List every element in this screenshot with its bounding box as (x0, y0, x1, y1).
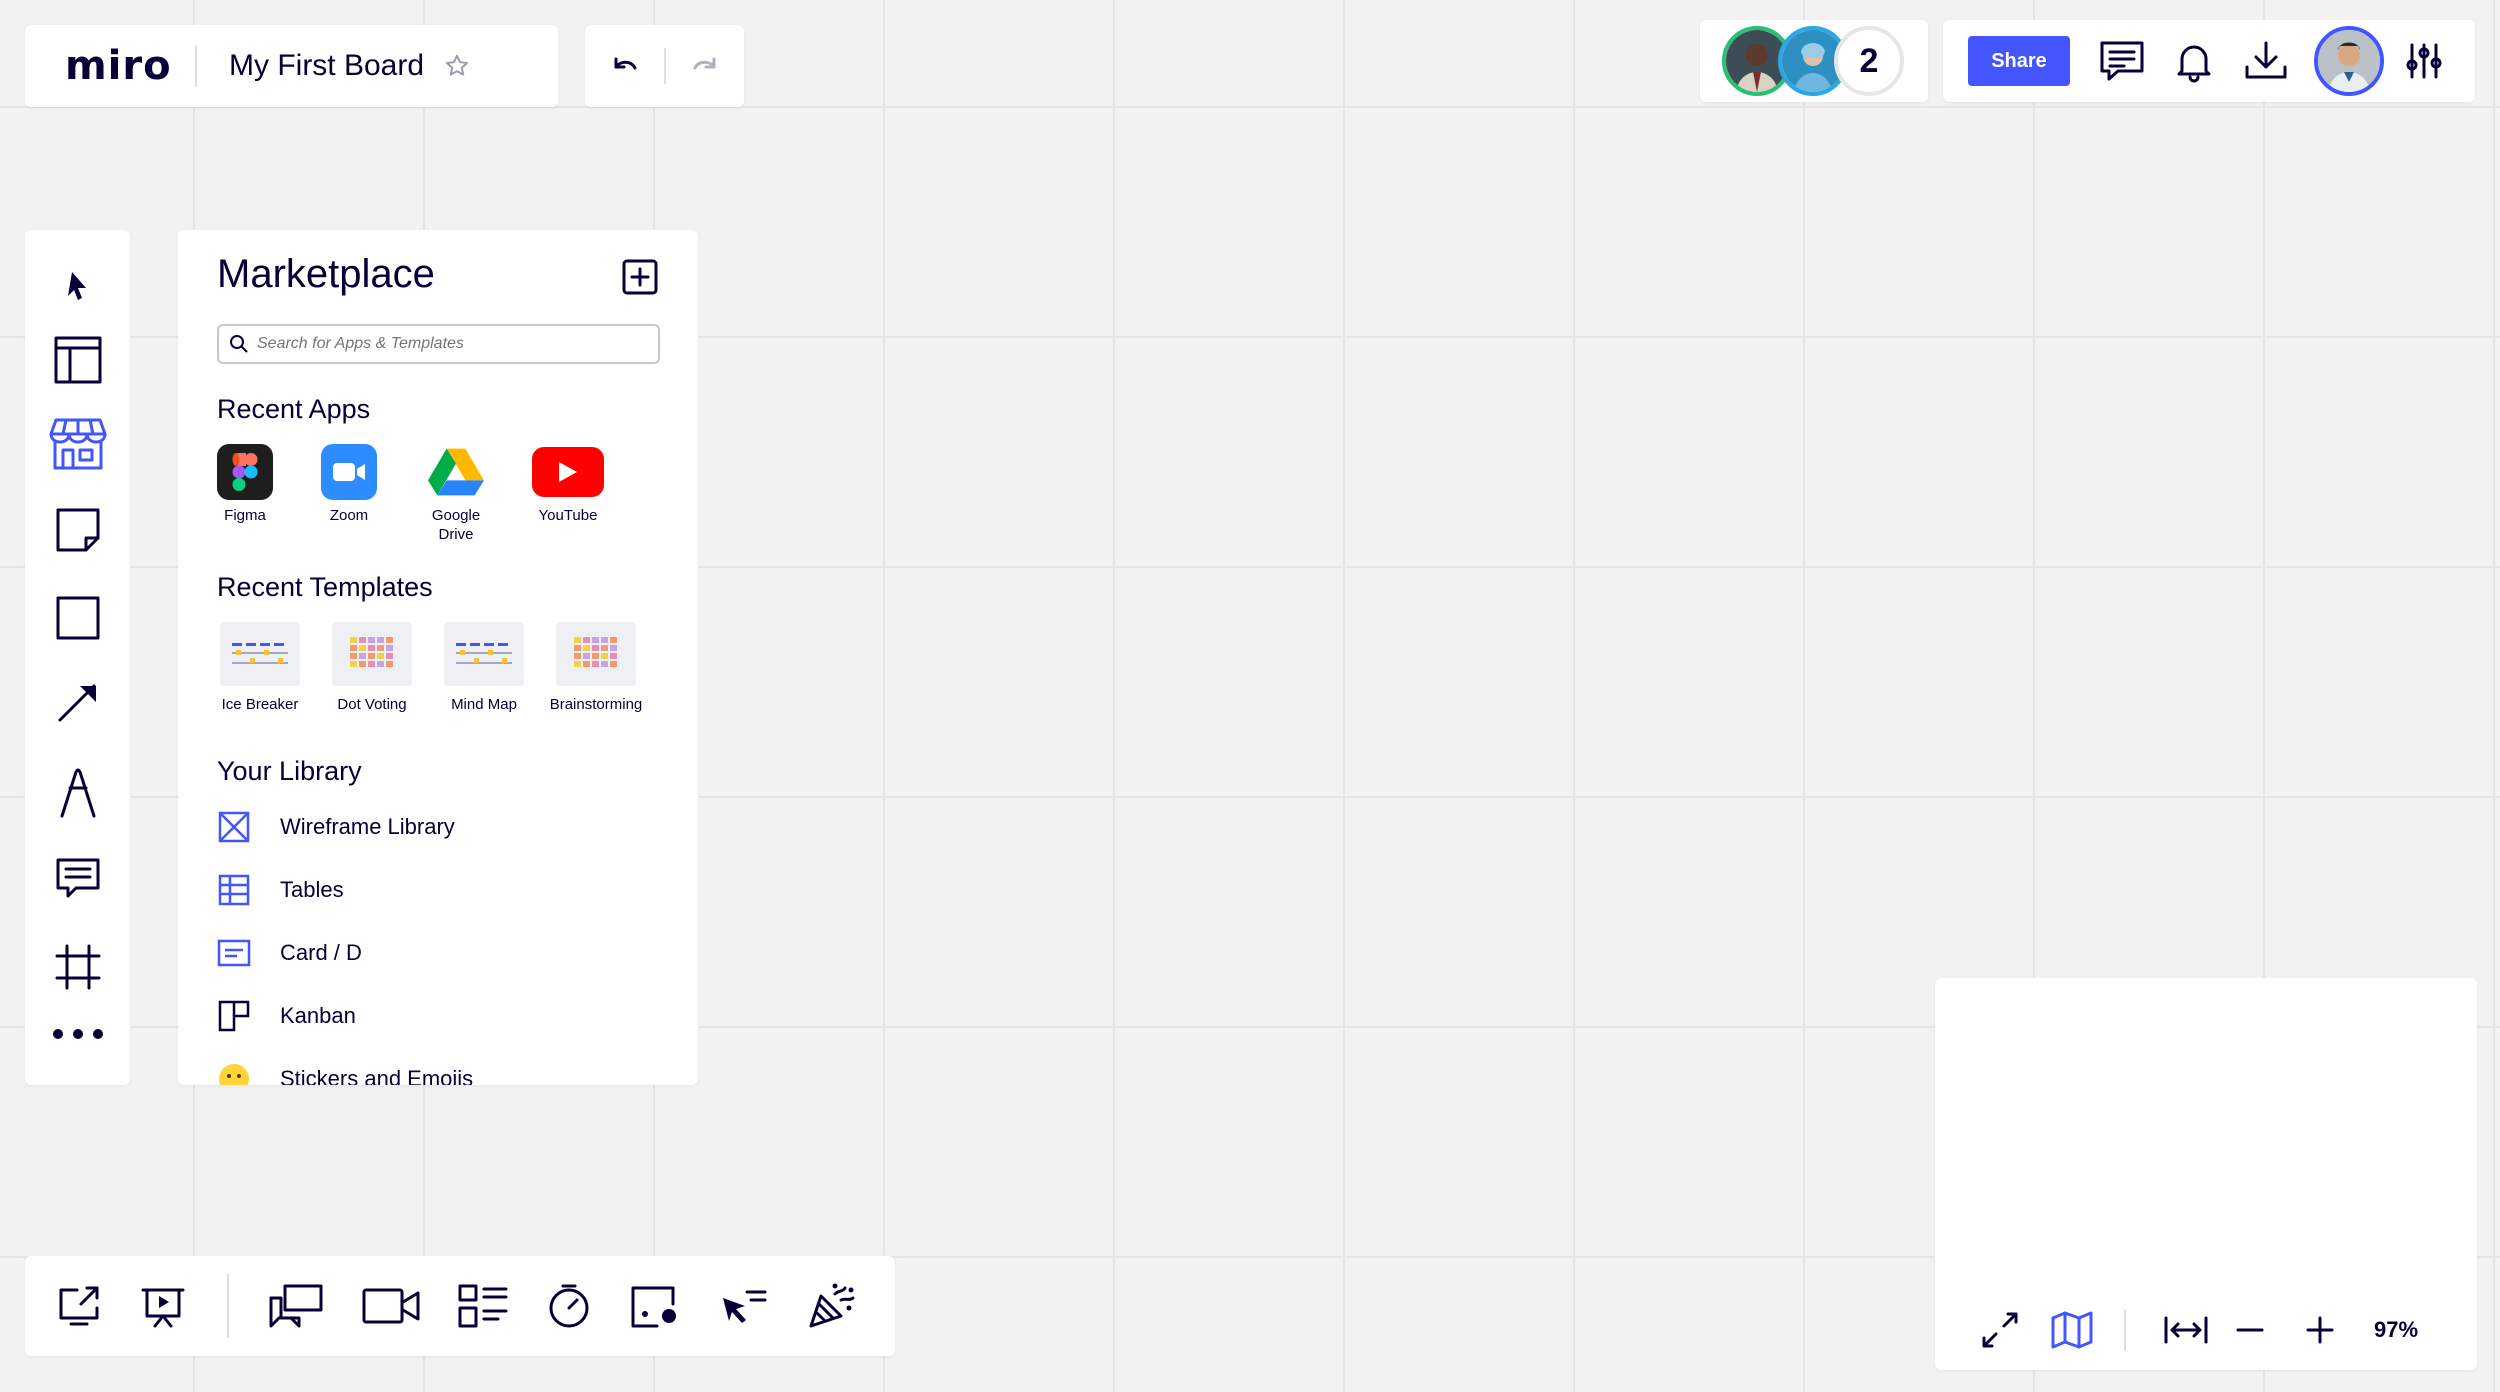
collaborator-count[interactable]: 2 (1834, 26, 1904, 96)
zoom-controls: 97% (1935, 1290, 2477, 1370)
share-button[interactable]: Share (1968, 36, 2070, 86)
wireframe-icon (217, 810, 251, 844)
library-item-card[interactable]: Card / D (217, 936, 362, 970)
shape-rectangle-icon[interactable] (54, 594, 102, 642)
emoji-icon (217, 1062, 251, 1085)
more-tools-icon[interactable] (50, 1026, 106, 1042)
collaborators-group: 2 (1700, 20, 1928, 102)
video-call-icon[interactable] (361, 1284, 421, 1328)
app-label: Zoom (329, 507, 369, 524)
marketplace-search[interactable] (217, 324, 660, 364)
template-label: Mind Map (451, 696, 517, 713)
search-icon (229, 334, 249, 354)
timer-icon[interactable] (545, 1282, 593, 1330)
template-label: Dot Voting (337, 696, 407, 713)
minimap-panel[interactable]: 97% (1935, 978, 2477, 1370)
template-brainstorming[interactable]: Brainstorming (540, 622, 652, 713)
template-dot-voting[interactable]: Dot Voting (316, 622, 428, 713)
frame-icon[interactable] (53, 942, 103, 992)
redo-icon[interactable] (688, 49, 722, 83)
star-icon[interactable] (444, 53, 470, 79)
comment-icon[interactable] (54, 856, 102, 902)
chat-icon[interactable] (267, 1282, 325, 1330)
pen-icon[interactable] (56, 764, 100, 820)
export-icon[interactable] (2242, 39, 2290, 83)
share-screen-icon[interactable] (55, 1282, 103, 1330)
youtube-icon (532, 447, 604, 497)
library-item-label: Stickers and Emojis (280, 1066, 474, 1085)
divider (663, 48, 666, 84)
board-title[interactable]: My First Board (229, 49, 424, 83)
fullscreen-icon[interactable] (1980, 1310, 2020, 1350)
library-item-wireframe[interactable]: Wireframe Library (217, 810, 455, 844)
template-thumbnail (332, 622, 412, 686)
marketplace-panel: Marketplace Recent Apps Figma Zoom Googl… (178, 230, 698, 1085)
zoom-out-icon[interactable] (2234, 1314, 2266, 1346)
template-label: Brainstorming (549, 696, 643, 713)
template-thumbnail (444, 622, 524, 686)
app-label: YouTube (538, 507, 598, 524)
library-item-stickers[interactable]: Stickers and Emojis (217, 1062, 473, 1085)
zoom-level[interactable]: 97% (2374, 1317, 2418, 1343)
kanban-icon (217, 999, 251, 1033)
divider (195, 45, 197, 87)
activity-list-icon[interactable] (457, 1283, 509, 1329)
templates-icon[interactable] (52, 334, 104, 386)
search-input[interactable] (257, 335, 637, 353)
settings-icon[interactable] (2402, 39, 2446, 83)
attention-cursor-icon[interactable] (717, 1284, 769, 1328)
select-cursor-icon[interactable] (58, 266, 98, 306)
board-actions: Share (1943, 20, 2475, 102)
template-thumbnail (220, 622, 300, 686)
app-figma[interactable]: Figma (200, 444, 290, 525)
divider (2124, 1309, 2126, 1351)
app-label: Google Drive (431, 507, 481, 543)
google-drive-icon (428, 444, 484, 500)
notifications-icon[interactable] (2172, 39, 2216, 83)
sticky-note-icon[interactable] (54, 506, 102, 554)
library-item-label: Kanban (280, 1003, 356, 1028)
zoom-icon (321, 444, 377, 500)
bottom-toolbar (25, 1256, 895, 1356)
template-label: Ice Breaker (221, 696, 299, 713)
undo-redo-group (585, 25, 744, 107)
voting-icon[interactable] (629, 1282, 681, 1330)
template-thumbnail (556, 622, 636, 686)
library-item-label: Tables (280, 877, 344, 902)
your-library-heading: Your Library (217, 756, 362, 786)
user-avatar[interactable] (2314, 26, 2384, 96)
library-item-tables[interactable]: Tables (217, 873, 344, 907)
marketplace-store-icon[interactable] (48, 416, 108, 472)
marketplace-title: Marketplace (217, 252, 435, 296)
recent-apps-heading: Recent Apps (217, 394, 371, 424)
undo-icon[interactable] (608, 49, 642, 83)
connection-line-icon[interactable] (54, 678, 102, 726)
presentation-icon[interactable] (139, 1282, 187, 1330)
library-item-label: Wireframe Library (280, 814, 455, 839)
fit-to-screen-icon[interactable] (2162, 1314, 2210, 1346)
miro-logo[interactable]: miro (25, 46, 195, 86)
figma-icon (217, 444, 273, 500)
celebration-icon[interactable] (805, 1280, 857, 1332)
map-toggle-icon[interactable] (2050, 1310, 2094, 1350)
app-label: Figma (224, 507, 266, 524)
app-zoom[interactable]: Zoom (304, 444, 394, 525)
library-item-label: Card / D (280, 940, 362, 965)
template-ice-breaker[interactable]: Ice Breaker (204, 622, 316, 713)
library-item-kanban[interactable]: Kanban (217, 999, 356, 1033)
board-header: miro My First Board (25, 25, 558, 107)
comments-icon[interactable] (2098, 39, 2146, 83)
left-toolbar (25, 230, 130, 1085)
add-app-icon[interactable] (621, 258, 659, 296)
card-icon (217, 936, 251, 970)
table-icon (217, 873, 251, 907)
recent-templates-heading: Recent Templates (217, 572, 433, 602)
app-google-drive[interactable]: Google Drive (411, 444, 501, 544)
template-mind-map[interactable]: Mind Map (428, 622, 540, 713)
app-youtube[interactable]: YouTube (523, 444, 613, 525)
divider (227, 1274, 229, 1338)
zoom-in-icon[interactable] (2304, 1314, 2336, 1346)
